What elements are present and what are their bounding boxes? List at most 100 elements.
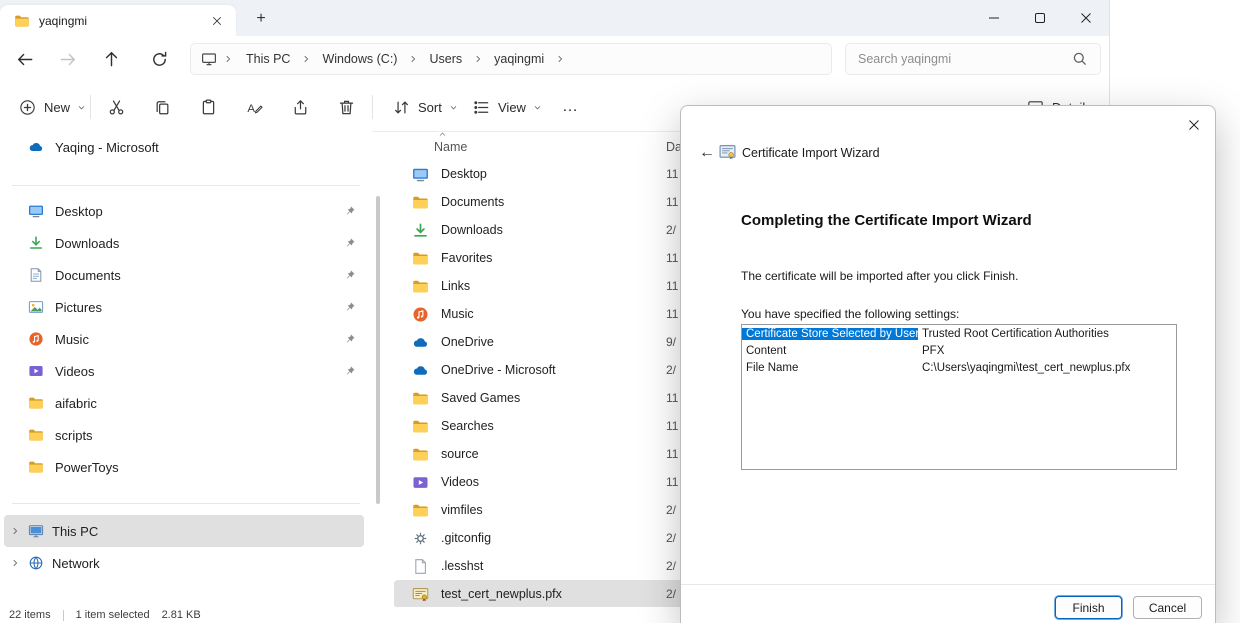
settings-caption: You have specified the following setting… (741, 307, 959, 321)
search-input[interactable] (858, 52, 1064, 66)
copy-button[interactable] (142, 89, 182, 125)
paste-icon (199, 98, 218, 117)
column-header-name[interactable]: Name (434, 140, 467, 154)
folder-icon (412, 418, 429, 435)
expand-chevron-icon[interactable] (10, 526, 20, 536)
more-options-button[interactable]: … (552, 89, 588, 125)
cancel-button[interactable]: Cancel (1133, 596, 1202, 619)
close-button[interactable] (1063, 0, 1109, 36)
share-button[interactable] (280, 89, 320, 125)
settings-key: Content (742, 345, 918, 357)
downloads-icon (412, 222, 429, 239)
settings-row[interactable]: ContentPFX (742, 342, 1176, 359)
sidebar-item-label: PowerToys (55, 460, 119, 475)
file-date: 2/ (666, 363, 676, 377)
maximize-button[interactable] (1017, 0, 1063, 36)
svg-text:A: A (247, 102, 255, 114)
breadcrumb-item[interactable]: Windows (C:) (315, 49, 404, 69)
certificate-icon (412, 586, 429, 603)
tab-title: yaqingmi (39, 14, 197, 28)
onedrive-icon (412, 334, 429, 351)
view-button[interactable]: View (462, 89, 552, 125)
file-date: 2/ (666, 587, 676, 601)
settings-key: Certificate Store Selected by User (742, 328, 918, 340)
sidebar-item-this-pc[interactable]: This PC (4, 515, 364, 547)
gear-icon (412, 530, 429, 547)
window-controls (971, 0, 1109, 36)
sidebar-item-downloads[interactable]: Downloads (4, 227, 364, 259)
folder-icon (412, 446, 429, 463)
dialog-back-button[interactable]: ← (695, 142, 719, 164)
file-date: 11 (666, 447, 678, 461)
cut-button[interactable] (96, 89, 136, 125)
settings-key: File Name (742, 362, 918, 374)
sidebar-item-videos[interactable]: Videos (4, 355, 364, 387)
chevron-down-icon (533, 103, 542, 112)
chevron-down-icon (449, 103, 458, 112)
tab-yaqingmi[interactable]: yaqingmi (0, 5, 236, 36)
sidebar-item-music[interactable]: Music (4, 323, 364, 355)
sidebar-item-scripts[interactable]: scripts (4, 419, 364, 451)
forward-button[interactable] (50, 44, 84, 74)
selection-count: 1 item selected (76, 609, 150, 621)
settings-value: Trusted Root Certification Authorities (918, 328, 1176, 340)
address-bar[interactable]: This PC Windows (C:) Users yaqingmi (190, 43, 832, 75)
file-name: Documents (441, 195, 504, 209)
file-name: Saved Games (441, 391, 520, 405)
finish-button[interactable]: Finish (1055, 596, 1122, 619)
file-name: source (441, 447, 479, 461)
file-name: .gitconfig (441, 531, 491, 545)
paste-button[interactable] (188, 89, 228, 125)
file-date: 2/ (666, 531, 676, 545)
folder-icon (28, 459, 44, 475)
sidebar-item-onedrive[interactable]: Yaqing - Microsoft (4, 131, 364, 163)
rename-button[interactable]: A (234, 89, 274, 125)
dialog-close-button[interactable] (1179, 112, 1209, 138)
file-name: OneDrive (441, 335, 494, 349)
sort-button[interactable]: Sort (382, 89, 468, 125)
onedrive-icon (412, 362, 429, 379)
tab-close-icon[interactable] (206, 10, 228, 32)
cut-icon (107, 98, 126, 117)
dialog-heading: Completing the Certificate Import Wizard (741, 212, 1032, 229)
sidebar-item-aifabric[interactable]: aifabric (4, 387, 364, 419)
search-box[interactable] (845, 43, 1101, 75)
desktop-icon (412, 166, 429, 183)
sidebar-scrollbar[interactable] (376, 196, 380, 504)
sidebar-item-documents[interactable]: Documents (4, 259, 364, 291)
sidebar-item-label: Downloads (55, 236, 119, 251)
sidebar-item-desktop[interactable]: Desktop (4, 195, 364, 227)
sidebar-item-pictures[interactable]: Pictures (4, 291, 364, 323)
sidebar-item-label: Pictures (55, 300, 102, 315)
settings-row[interactable]: Certificate Store Selected by UserTruste… (742, 325, 1176, 342)
tab-bar: yaqingmi + (0, 0, 1109, 36)
item-count: 22 items (9, 609, 51, 621)
settings-row[interactable]: File NameC:\Users\yaqingmi\test_cert_new… (742, 359, 1176, 376)
new-tab-button[interactable]: + (248, 7, 274, 31)
breadcrumb-item[interactable]: yaqingmi (487, 49, 551, 69)
up-button[interactable] (94, 44, 128, 74)
breadcrumb-item[interactable]: Users (422, 49, 469, 69)
back-button[interactable] (8, 44, 42, 74)
sidebar-item-powertoys[interactable]: PowerToys (4, 451, 364, 483)
file-date: 2/ (666, 503, 676, 517)
minimize-button[interactable] (971, 0, 1017, 36)
desktop-icon (28, 203, 44, 219)
new-button[interactable]: New (8, 89, 96, 125)
share-icon (291, 98, 310, 117)
view-icon (472, 98, 491, 117)
refresh-button[interactable] (142, 44, 176, 74)
expand-chevron-icon[interactable] (10, 558, 20, 568)
pin-icon (344, 237, 356, 249)
maximize-icon (1034, 12, 1046, 24)
file-name: Desktop (441, 167, 487, 181)
breadcrumb-item[interactable]: This PC (239, 49, 297, 69)
sidebar-item-label: Videos (55, 364, 95, 379)
file-date: 11 (666, 195, 678, 209)
file-name: .lesshst (441, 559, 483, 573)
delete-button[interactable] (326, 89, 366, 125)
chevron-right-icon (223, 54, 233, 64)
new-button-label: New (44, 100, 70, 115)
sidebar-item-network[interactable]: Network (4, 547, 364, 579)
sort-ascending-icon (438, 132, 447, 139)
